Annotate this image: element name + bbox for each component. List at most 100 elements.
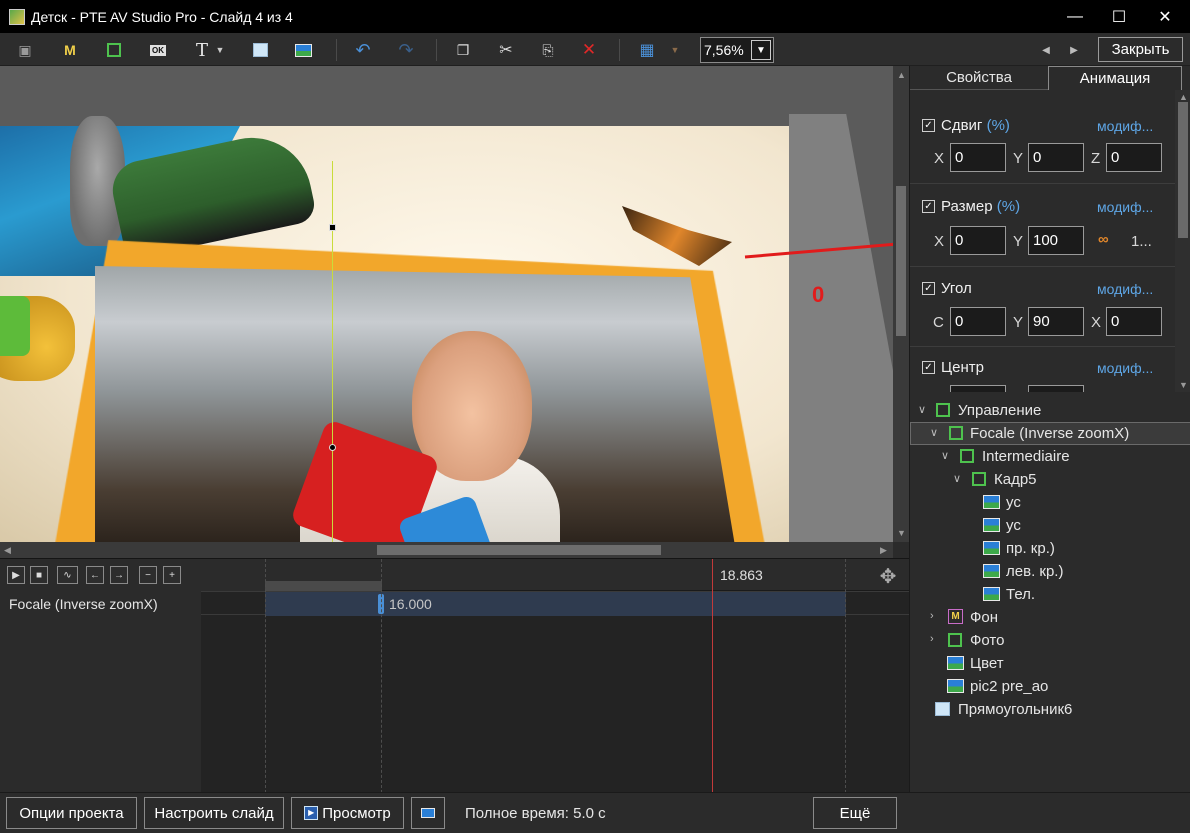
angle-c-input[interactable]: 0 bbox=[950, 307, 1006, 336]
undo-icon[interactable]: ↶ bbox=[350, 38, 376, 62]
scroll-right-icon[interactable]: ▶ bbox=[880, 545, 887, 556]
preview-button[interactable]: ▶ Просмотр bbox=[291, 797, 404, 829]
center-checkbox[interactable]: ✓ bbox=[922, 361, 935, 374]
stop-icon[interactable]: ■ bbox=[30, 566, 48, 584]
size-modify-link[interactable]: модиф... bbox=[1097, 199, 1153, 215]
tree-item-pic2[interactable]: pic2 pre_ao bbox=[910, 676, 1190, 699]
link-icon[interactable]: ∞ bbox=[1098, 231, 1109, 248]
picture-icon[interactable] bbox=[290, 38, 316, 62]
center-y-input[interactable] bbox=[1028, 385, 1084, 392]
angle-y-input[interactable]: 90 bbox=[1028, 307, 1084, 336]
rectangle-icon[interactable] bbox=[247, 38, 273, 62]
offset-checkbox[interactable]: ✓ bbox=[922, 119, 935, 132]
project-options-button[interactable]: Опции проекта bbox=[6, 797, 137, 829]
tree-item-rectangle[interactable]: Прямоугольник6 bbox=[910, 699, 1190, 722]
scroll-left-icon[interactable]: ◀ bbox=[4, 545, 11, 556]
mask-container-button[interactable]: M bbox=[57, 38, 83, 62]
zoom-out-icon[interactable]: − bbox=[139, 566, 157, 584]
scrollbar-thumb[interactable] bbox=[896, 186, 906, 336]
center-x-input[interactable] bbox=[950, 385, 1006, 392]
track-bar[interactable] bbox=[265, 592, 846, 616]
track-names: Focale (Inverse zoomX) bbox=[0, 591, 201, 793]
tree-item-background[interactable]: › M Фон bbox=[910, 607, 1190, 630]
toolbar-separator bbox=[336, 39, 337, 61]
angle-modify-link[interactable]: модиф... bbox=[1097, 281, 1153, 297]
text-dropdown-arrow-icon[interactable]: ▼ bbox=[213, 38, 227, 62]
previous-slide-icon[interactable]: ◀ bbox=[1038, 38, 1054, 62]
slide-preview[interactable]: 0 bbox=[0, 66, 893, 542]
next-slide-icon[interactable]: ▶ bbox=[1066, 38, 1082, 62]
tab-properties[interactable]: Свойства bbox=[910, 66, 1048, 90]
tree-item-image[interactable]: Тел. bbox=[910, 584, 1190, 607]
minimize-button[interactable]: — bbox=[1052, 0, 1098, 33]
close-button[interactable]: Закрыть bbox=[1098, 37, 1183, 62]
output-icon[interactable] bbox=[411, 797, 445, 829]
timeline-gridline bbox=[381, 559, 382, 793]
slide-setup-button[interactable]: Настроить слайд bbox=[144, 797, 284, 829]
maximize-button[interactable]: ☐ bbox=[1096, 0, 1142, 33]
track-name[interactable]: Focale (Inverse zoomX) bbox=[9, 596, 158, 612]
preview-vertical-scrollbar[interactable]: ▲ ▼ bbox=[893, 66, 909, 542]
chevron-right-icon[interactable]: › bbox=[930, 633, 934, 645]
close-window-button[interactable]: ✕ bbox=[1142, 0, 1188, 33]
tab-animation[interactable]: Анимация bbox=[1048, 66, 1182, 90]
preview-horizontal-scrollbar[interactable]: ◀ ▶ bbox=[0, 542, 893, 558]
chevron-down-icon[interactable]: ∨ bbox=[930, 426, 938, 439]
delete-icon[interactable]: ✕ bbox=[576, 38, 602, 62]
center-modify-link[interactable]: модиф... bbox=[1097, 360, 1153, 376]
scroll-down-icon[interactable]: ▼ bbox=[1179, 380, 1188, 390]
zoom-in-icon[interactable]: + bbox=[163, 566, 181, 584]
frame-icon[interactable] bbox=[101, 38, 127, 62]
redo-icon[interactable]: ↷ bbox=[393, 38, 419, 62]
tree-item-color[interactable]: Цвет bbox=[910, 653, 1190, 676]
chevron-right-icon[interactable]: › bbox=[930, 610, 934, 622]
tree-item-focale[interactable]: ∨ Focale (Inverse zoomX) bbox=[910, 422, 1190, 445]
play-icon[interactable]: ▶ bbox=[7, 566, 25, 584]
offset-z-input[interactable]: 0 bbox=[1106, 143, 1162, 172]
cut-icon[interactable]: ✂ bbox=[493, 38, 519, 62]
scrollbar-thumb[interactable] bbox=[377, 545, 661, 555]
waveform-icon[interactable]: ∿ bbox=[57, 566, 78, 584]
more-button[interactable]: Ещё bbox=[813, 797, 897, 829]
button-object-icon[interactable]: OK bbox=[145, 38, 171, 62]
paste-icon[interactable]: ⎘ bbox=[535, 38, 561, 62]
tree-item-image[interactable]: ус bbox=[910, 492, 1190, 515]
size-checkbox[interactable]: ✓ bbox=[922, 200, 935, 213]
zoom-select[interactable]: 7,56% ▼ bbox=[700, 37, 774, 63]
scrollbar-thumb[interactable] bbox=[1178, 102, 1188, 238]
size-x-input[interactable]: 0 bbox=[950, 226, 1006, 255]
timeline[interactable]: ▶ ■ ∿ ← → − + 18.863 ✥ Focale (Inverse z… bbox=[0, 558, 909, 793]
scroll-down-icon[interactable]: ▼ bbox=[897, 528, 906, 538]
chevron-down-icon[interactable]: ∨ bbox=[953, 472, 961, 485]
arrow-right-icon[interactable]: → bbox=[110, 566, 128, 584]
arrow-left-icon[interactable]: ← bbox=[86, 566, 104, 584]
angle-checkbox[interactable]: ✓ bbox=[922, 282, 935, 295]
tree-item-control[interactable]: ∨ Управление bbox=[910, 400, 1190, 423]
move-icon[interactable]: ✥ bbox=[875, 563, 901, 589]
tree-item-frame5[interactable]: ∨ Кадр5 bbox=[910, 469, 1190, 492]
animation-scrollbar[interactable]: ▲ ▼ bbox=[1175, 90, 1190, 392]
chevron-down-icon[interactable]: ∨ bbox=[941, 449, 949, 462]
offset-x-input[interactable]: 0 bbox=[950, 143, 1006, 172]
camera-icon[interactable]: ▣ bbox=[12, 38, 38, 62]
scroll-up-icon[interactable]: ▲ bbox=[1179, 92, 1188, 102]
grid-dropdown-arrow-icon[interactable]: ▼ bbox=[668, 38, 682, 62]
copy-icon[interactable]: ❐ bbox=[450, 38, 476, 62]
track-row[interactable]: 16.000 bbox=[201, 591, 909, 616]
tree-item-photo[interactable]: › Фото bbox=[910, 630, 1190, 653]
angle-x-input[interactable]: 0 bbox=[1106, 307, 1162, 336]
time-ruler[interactable]: 18.863 ✥ bbox=[265, 559, 909, 591]
tree-item-image[interactable]: лев. кр.) bbox=[910, 561, 1190, 584]
playhead[interactable] bbox=[712, 559, 713, 793]
tree-item-image[interactable]: ус bbox=[910, 515, 1190, 538]
tree-item-image[interactable]: пр. кр.) bbox=[910, 538, 1190, 561]
tree-item-intermediaire[interactable]: ∨ Intermediaire bbox=[910, 446, 1190, 469]
chevron-down-icon[interactable]: ∨ bbox=[918, 403, 926, 416]
text-icon[interactable]: T bbox=[189, 38, 215, 62]
offset-modify-link[interactable]: модиф... bbox=[1097, 118, 1153, 134]
scroll-up-icon[interactable]: ▲ bbox=[897, 70, 906, 80]
offset-y-input[interactable]: 0 bbox=[1028, 143, 1084, 172]
size-y-input[interactable]: 100 bbox=[1028, 226, 1084, 255]
chevron-down-icon[interactable]: ▼ bbox=[751, 40, 771, 60]
grid-icon[interactable]: ▦ bbox=[634, 38, 660, 62]
